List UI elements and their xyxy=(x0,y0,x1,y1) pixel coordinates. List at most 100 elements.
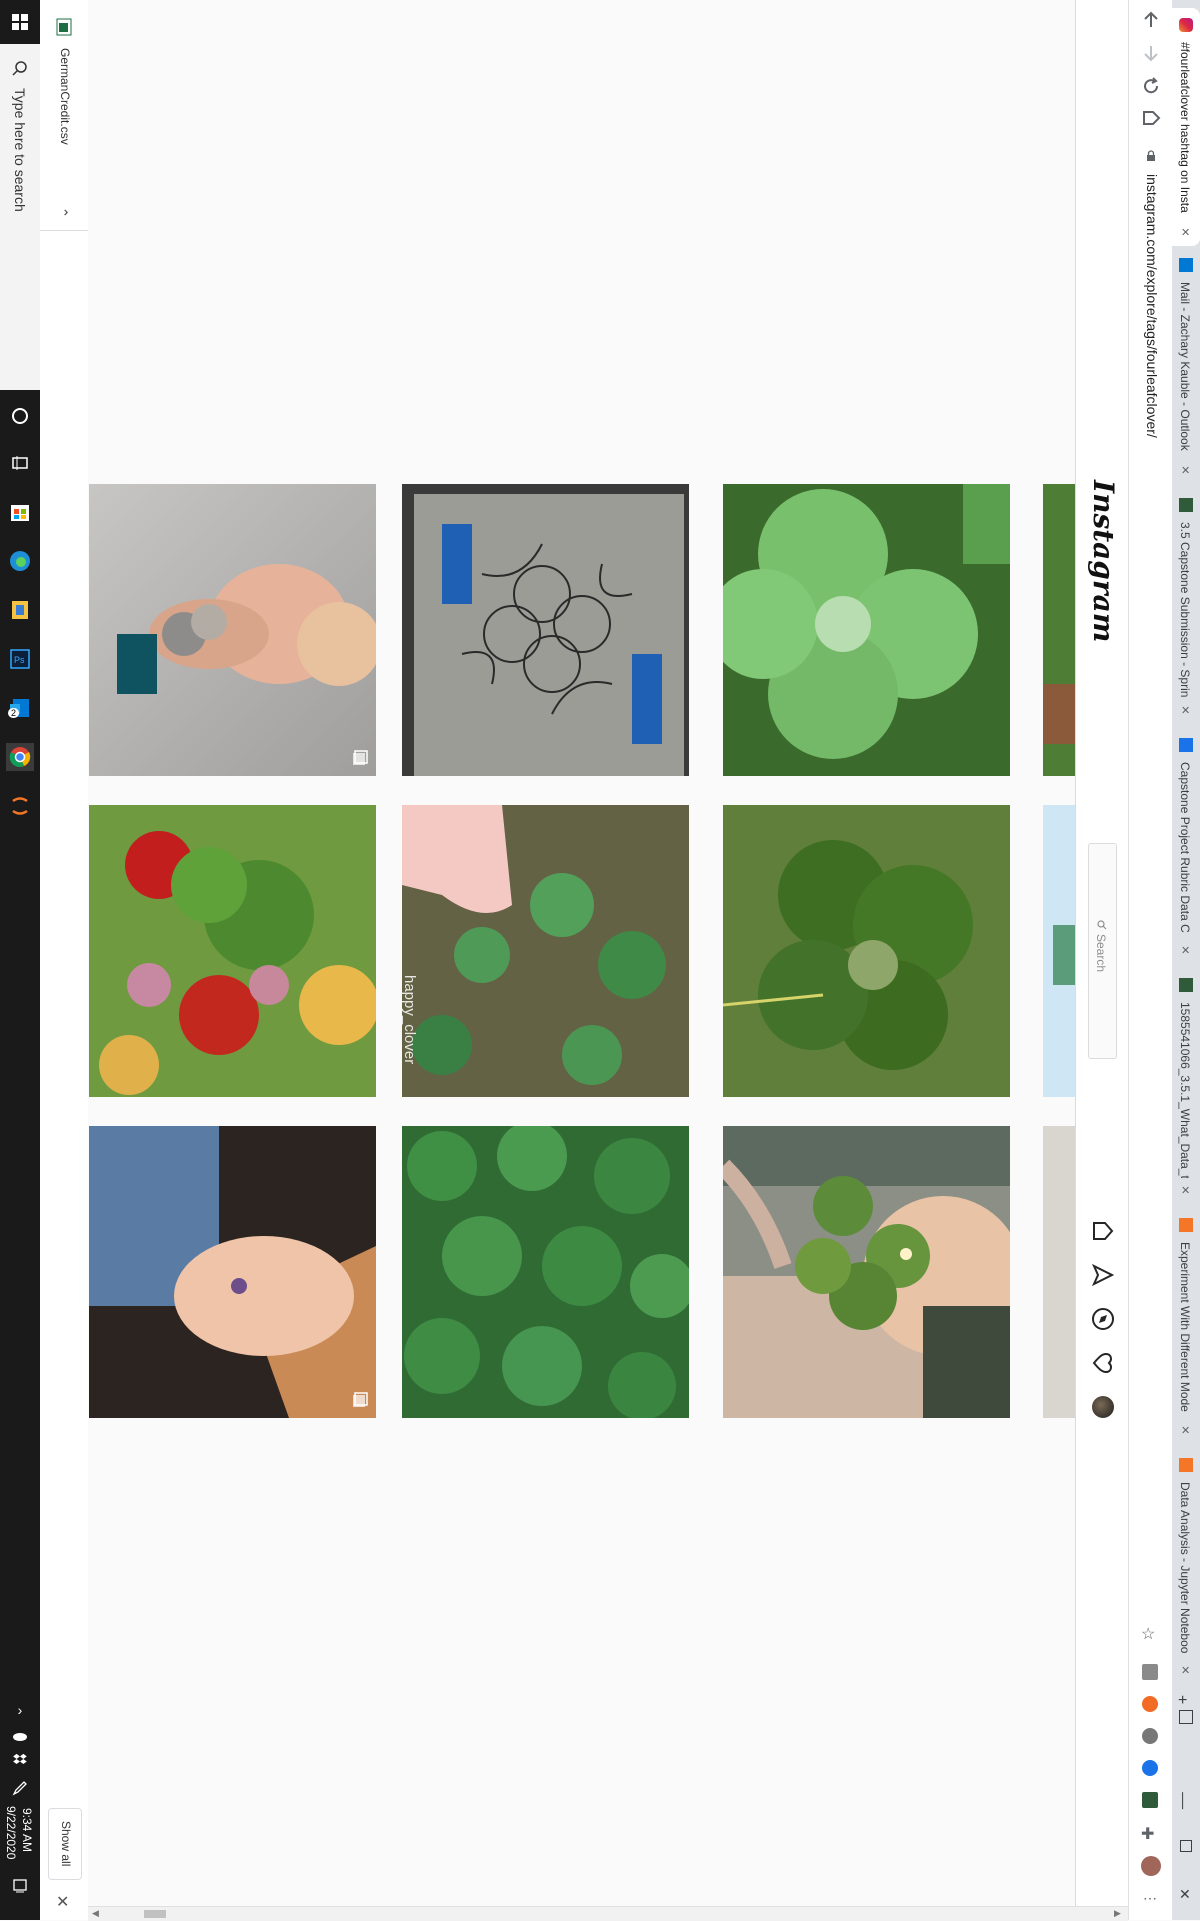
pen-icon[interactable] xyxy=(6,1774,34,1802)
profile-z-avatar[interactable] xyxy=(1141,1856,1161,1876)
close-tab-icon[interactable]: ✕ xyxy=(1181,226,1190,239)
scroll-left-arrow-icon[interactable]: ◀ xyxy=(92,1908,99,1919)
horizontal-scrollbar[interactable]: ◀ ▶ xyxy=(88,1906,1128,1921)
post-tile[interactable] xyxy=(723,805,1010,1097)
post-image xyxy=(723,1126,1010,1418)
address-bar[interactable]: instagram.com/explore/tags/fourleafclove… xyxy=(1133,140,1169,1600)
reload-icon[interactable] xyxy=(1141,76,1161,101)
close-tab-icon[interactable]: ✕ xyxy=(1181,464,1190,477)
post-image xyxy=(89,805,376,1097)
close-window-icon[interactable]: ✕ xyxy=(1179,1886,1191,1903)
post-image xyxy=(89,1126,376,1418)
extension-grey-icon[interactable] xyxy=(1142,1728,1158,1744)
restore-icon[interactable] xyxy=(1180,1840,1192,1852)
download-item[interactable]: GermanCredit.csv ⌃ xyxy=(40,8,88,231)
chevron-up-icon[interactable]: › xyxy=(6,1696,34,1724)
jupyter-favicon-icon xyxy=(1179,1218,1193,1232)
store-icon[interactable] xyxy=(6,498,34,526)
bookmark-star-icon[interactable]: ☆ xyxy=(1141,1624,1155,1644)
action-center-icon[interactable] xyxy=(6,1872,34,1900)
photoshop-icon[interactable]: Ps xyxy=(6,645,34,673)
taskbar-time[interactable]: 9:34 AM xyxy=(20,1808,34,1852)
extension-blue-icon[interactable] xyxy=(1142,1760,1158,1776)
post-image xyxy=(402,484,689,776)
scroll-right-arrow-icon[interactable]: ▶ xyxy=(1114,1908,1121,1919)
tab-data-analysis[interactable]: Data Analysis - Jupyter Noteboo ✕ xyxy=(1172,1452,1200,1684)
home-icon[interactable] xyxy=(1091,1219,1115,1248)
close-tab-icon[interactable]: ✕ xyxy=(1181,1424,1190,1437)
direct-messages-icon[interactable] xyxy=(1091,1263,1115,1292)
profile-avatar[interactable] xyxy=(1092,1396,1114,1418)
post-tile[interactable] xyxy=(723,1126,1010,1418)
tab-title: Capstone Project Rubric Data C xyxy=(1178,762,1192,933)
extension-g-icon[interactable] xyxy=(1142,1664,1158,1680)
menu-dots-icon[interactable]: ⋯ xyxy=(1143,1890,1157,1907)
tab-capstone-rubric[interactable]: Capstone Project Rubric Data C ✕ xyxy=(1172,732,1200,964)
svg-text:Ps: Ps xyxy=(14,655,25,665)
post-tile[interactable] xyxy=(723,484,1010,776)
instagram-favicon-icon xyxy=(1179,18,1193,32)
url-text: instagram.com/explore/tags/fourleafclove… xyxy=(1144,174,1160,438)
close-tab-icon[interactable]: ✕ xyxy=(1181,944,1190,957)
outlook-icon[interactable]: 2 xyxy=(6,694,34,722)
instagram-search-input[interactable]: Search xyxy=(1088,843,1117,1059)
post-tile[interactable] xyxy=(1043,1126,1075,1418)
dropbox-icon[interactable] xyxy=(6,1746,34,1774)
post-image xyxy=(723,805,1010,1097)
post-tile[interactable]: happy_clover xyxy=(402,805,689,1097)
post-tile[interactable] xyxy=(89,484,376,776)
windows-logo-icon xyxy=(12,14,28,30)
post-tile[interactable] xyxy=(402,1126,689,1418)
home-button-icon[interactable] xyxy=(1141,108,1161,133)
extension-green-icon[interactable] xyxy=(1142,1792,1158,1808)
page-content: happy_clover xyxy=(88,0,1075,1906)
tab-what-data[interactable]: 1585541066_3.5.1_What_Data_to ✕ xyxy=(1172,972,1200,1204)
task-view-icon[interactable] xyxy=(6,449,34,477)
jupyter-favicon-icon xyxy=(1179,1458,1193,1472)
post-tile[interactable] xyxy=(89,1126,376,1418)
instagram-logo[interactable]: Instagram xyxy=(1087,480,1120,642)
forward-arrow-icon[interactable] xyxy=(1141,43,1161,68)
tab-title: Mail - Zachary Kauble - Outlook xyxy=(1178,282,1192,451)
file-explorer-icon[interactable] xyxy=(6,596,34,624)
scrollbar-thumb[interactable] xyxy=(144,1910,166,1918)
extension-orange-icon[interactable] xyxy=(1142,1696,1158,1712)
minimize-icon[interactable]: │ xyxy=(1179,1792,1188,1808)
close-download-bar-icon[interactable]: ✕ xyxy=(56,1892,69,1912)
post-tile[interactable] xyxy=(89,805,376,1097)
post-tile[interactable] xyxy=(1043,805,1075,1097)
post-tile[interactable] xyxy=(1043,484,1075,776)
explore-icon[interactable] xyxy=(1091,1307,1115,1336)
close-tab-icon[interactable]: ✕ xyxy=(1181,1664,1190,1677)
close-tab-icon[interactable]: ✕ xyxy=(1181,704,1190,717)
cortana-icon[interactable] xyxy=(6,402,34,430)
tab-experiment[interactable]: Experiment With Different Mode ✕ xyxy=(1172,1212,1200,1444)
show-all-button[interactable]: Show all xyxy=(48,1808,82,1880)
post-image xyxy=(1043,1126,1075,1418)
download-file-name: GermanCredit.csv xyxy=(58,48,72,145)
download-options-chevron-icon[interactable]: ⌃ xyxy=(53,207,70,219)
activity-heart-icon[interactable] xyxy=(1091,1351,1115,1380)
tab-instagram[interactable]: #fourleafclover hashtag on Insta ✕ xyxy=(1172,8,1200,246)
tab-title: #fourleafclover hashtag on Insta xyxy=(1178,42,1192,213)
tab-search-icon[interactable] xyxy=(1179,1710,1193,1724)
back-arrow-icon[interactable] xyxy=(1141,10,1161,35)
springboard-favicon-icon xyxy=(1179,978,1193,992)
extensions-puzzle-icon[interactable]: ✚ xyxy=(1141,1824,1154,1844)
taskbar-search-box[interactable]: Type here to search xyxy=(0,44,41,390)
edge-icon[interactable] xyxy=(6,547,34,575)
close-tab-icon[interactable]: ✕ xyxy=(1181,1184,1190,1197)
search-icon xyxy=(12,61,27,76)
post-tile[interactable] xyxy=(402,484,689,776)
windows-taskbar: Type here to search Ps 2 › 9:34 AM 9/22/… xyxy=(0,0,41,1920)
taskbar-date[interactable]: 9/22/2020 xyxy=(4,1806,18,1859)
new-tab-plus-icon[interactable]: + xyxy=(1178,1692,1187,1710)
lock-icon xyxy=(1147,150,1155,161)
tab-capstone-submission[interactable]: 3.5 Capstone Submission - Sprin ✕ xyxy=(1172,492,1200,724)
tab-strip: #fourleafclover hashtag on Insta ✕ Mail … xyxy=(1172,0,1200,1920)
start-button[interactable] xyxy=(6,8,34,36)
chrome-icon[interactable] xyxy=(6,743,34,771)
tab-outlook[interactable]: Mail - Zachary Kauble - Outlook ✕ xyxy=(1172,252,1200,484)
jupyter-icon[interactable] xyxy=(6,792,34,820)
post-image xyxy=(402,1126,689,1418)
